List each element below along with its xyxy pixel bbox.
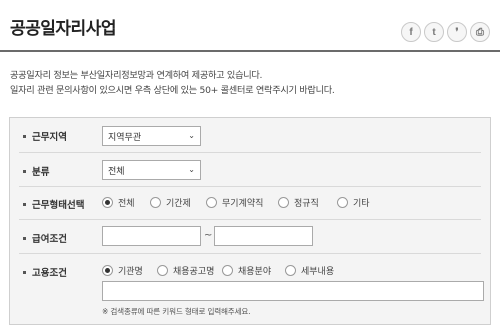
share-buttons: f t ❜ ⎙ (401, 22, 490, 42)
radio-selected-icon (102, 265, 113, 276)
intro-line-2: 일자리 관련 문의사항이 있으시면 우측 상단에 있는 50+ 콜센터로 연락주… (10, 85, 335, 96)
title-divider (0, 50, 500, 52)
radio-icon (337, 197, 348, 208)
radio-employment-type-permanent[interactable]: 정규직 (278, 196, 319, 209)
print-button[interactable]: ⎙ (470, 22, 490, 42)
radio-employment-type-indefinite[interactable]: 무기계약직 (206, 196, 263, 209)
kakao-share-button[interactable]: ❜ (447, 22, 467, 42)
chevron-down-icon: ⌄ (188, 131, 195, 140)
facebook-share-button[interactable]: f (401, 22, 421, 42)
search-note: ※ 검색종류에 따른 키워드 형태로 입력해주세요. (102, 307, 251, 316)
page-title: 공공일자리사업 (10, 19, 116, 39)
category-select[interactable]: 전체 ⌄ (102, 160, 201, 180)
salary-max-input[interactable] (214, 226, 313, 246)
row-divider (19, 152, 481, 153)
salary-label: 급여조건 (23, 231, 67, 245)
twitter-share-button[interactable]: t (424, 22, 444, 42)
print-icon: ⎙ (476, 26, 484, 38)
region-label: 근무지역 (23, 129, 67, 143)
radio-employment-type-fixed-term[interactable]: 기간제 (150, 196, 191, 209)
radio-selected-icon (102, 197, 113, 208)
bullet-icon (23, 134, 26, 138)
region-select-value: 지역무관 (108, 132, 142, 143)
twitter-icon: t (432, 26, 436, 38)
row-divider (19, 219, 481, 220)
bullet-icon (23, 169, 26, 173)
radio-icon (206, 197, 217, 208)
intro-line-1: 공공일자리 정보는 부산일자리정보망과 연계하여 제공하고 있습니다. (10, 70, 263, 81)
employment-condition-label: 고용조건 (23, 265, 67, 279)
radio-icon (285, 265, 296, 276)
facebook-icon: f (409, 26, 413, 38)
category-label: 분류 (23, 164, 49, 178)
bullet-icon (23, 202, 26, 206)
bullet-icon (23, 270, 26, 274)
radio-icon (278, 197, 289, 208)
row-divider (19, 253, 481, 254)
row-divider (19, 186, 481, 187)
radio-search-posting-title[interactable]: 채용공고명 (157, 264, 214, 277)
bullet-icon (23, 236, 26, 240)
intro-text: 공공일자리 정보는 부산일자리정보망과 연계하여 제공하고 있습니다. 일자리 … (10, 68, 335, 98)
kakao-icon: ❜ (455, 26, 459, 38)
search-form: 근무지역 지역무관 ⌄ 분류 전체 ⌄ 근무형태선택 전체 기간제 무기계약직 … (9, 117, 491, 325)
category-select-value: 전체 (108, 166, 125, 177)
salary-range-separator: ~ (204, 230, 213, 241)
chevron-down-icon: ⌄ (188, 165, 195, 174)
radio-icon (157, 265, 168, 276)
radio-icon (222, 265, 233, 276)
salary-min-input[interactable] (102, 226, 201, 246)
radio-icon (150, 197, 161, 208)
radio-employment-type-all[interactable]: 전체 (102, 196, 135, 209)
radio-search-field[interactable]: 채용분야 (222, 264, 271, 277)
radio-employment-type-other[interactable]: 기타 (337, 196, 370, 209)
keyword-input[interactable] (102, 281, 484, 301)
radio-search-details[interactable]: 세부내용 (285, 264, 334, 277)
region-select[interactable]: 지역무관 ⌄ (102, 126, 201, 146)
employment-type-label: 근무형태선택 (23, 197, 84, 211)
radio-search-org-name[interactable]: 기관명 (102, 264, 143, 277)
